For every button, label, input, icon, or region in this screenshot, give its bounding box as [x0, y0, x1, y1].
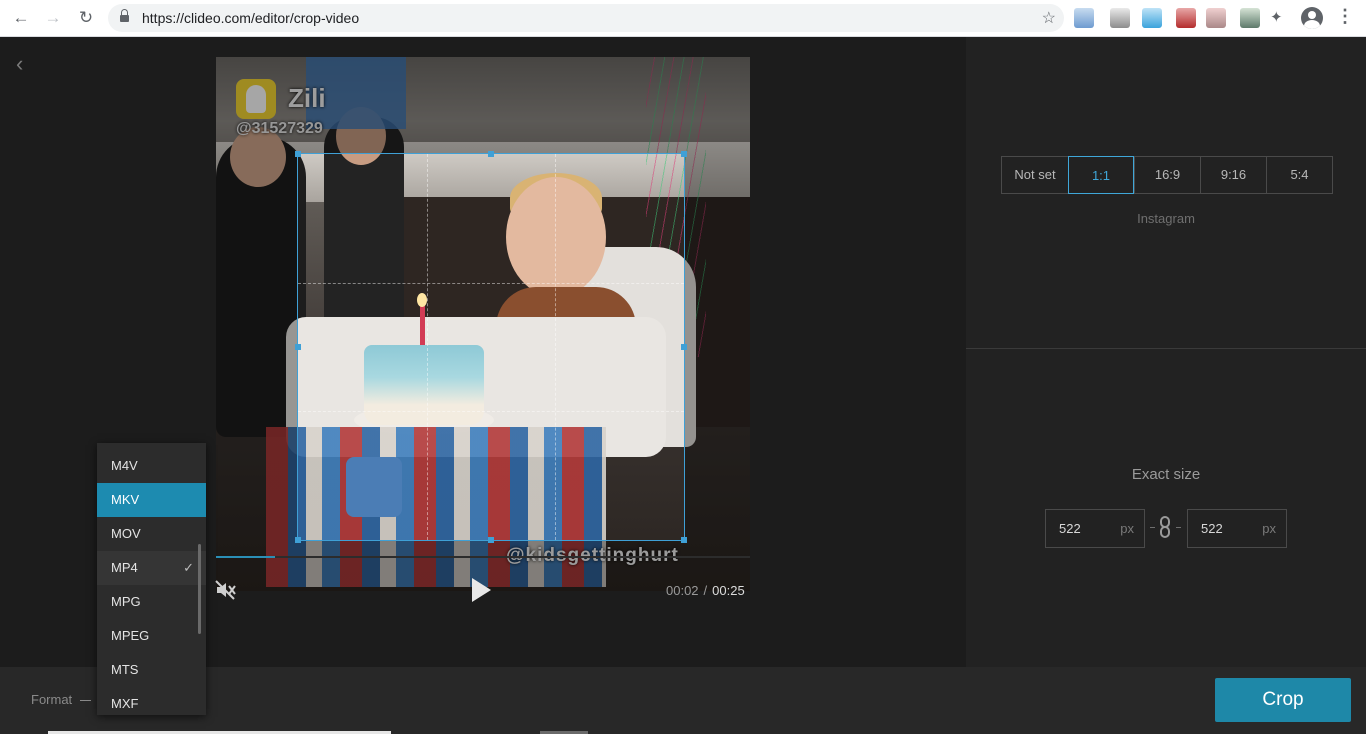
aspect-option-5-4[interactable]: 5:4: [1266, 157, 1332, 193]
extensions-puzzle-icon[interactable]: ✦: [1270, 8, 1283, 26]
crop-frame[interactable]: [295, 151, 687, 543]
extension-icon[interactable]: [1176, 8, 1196, 28]
crop-handle-bottom[interactable]: [488, 537, 494, 543]
width-input[interactable]: [1046, 510, 1116, 547]
video-progress-fill: [216, 556, 275, 558]
format-option-mp4-label: MP4: [111, 560, 138, 575]
profile-avatar-icon[interactable]: [1301, 7, 1323, 29]
extension-icon[interactable]: [1110, 8, 1130, 28]
crop-handle-right[interactable]: [681, 344, 687, 350]
video-progress-bar[interactable]: [216, 556, 750, 558]
exact-size-panel: Exact size px px: [966, 349, 1366, 667]
url-text[interactable]: https://clideo.com/editor/crop-video: [142, 10, 359, 26]
duration: 00:25: [712, 583, 745, 598]
crop-handle-left[interactable]: [295, 344, 301, 350]
format-option-mxf[interactable]: MXF: [97, 687, 206, 715]
link-dash-right: [1176, 527, 1181, 528]
current-time: 00:02: [666, 583, 699, 598]
time-display: 00:02 / 00:25: [666, 583, 745, 598]
height-unit: px: [1262, 521, 1276, 536]
format-option-mpg[interactable]: MPG: [97, 585, 206, 619]
aspect-option-1-1[interactable]: 1:1: [1068, 156, 1134, 194]
extension-icon[interactable]: [1074, 8, 1094, 28]
aspect-option-not-set[interactable]: Not set: [1002, 157, 1068, 193]
format-dropdown[interactable]: M4V MKV MOV MP4 ✓ MPG MPEG MTS MXF: [97, 443, 206, 715]
height-input[interactable]: [1188, 510, 1258, 547]
lock-icon: [120, 9, 129, 23]
reload-icon[interactable]: ↻: [76, 8, 96, 28]
aspect-option-16-9[interactable]: 16:9: [1134, 157, 1200, 193]
format-option-mkv[interactable]: MKV: [97, 483, 206, 517]
extension-icon[interactable]: [1142, 8, 1162, 28]
crop-shade-right: [685, 57, 750, 591]
height-field[interactable]: px: [1187, 509, 1287, 548]
muted-speaker-icon[interactable]: [214, 579, 238, 601]
back-chevron-icon[interactable]: ‹: [16, 51, 23, 77]
crop-shade-left: [216, 57, 297, 591]
crop-handle-top-right[interactable]: [681, 151, 687, 157]
width-field[interactable]: px: [1045, 509, 1145, 548]
crop-shade-bottom: [297, 541, 685, 591]
browser-toolbar: ← → ↻ https://clideo.com/editor/crop-vid…: [0, 0, 1366, 37]
crop-button[interactable]: Crop: [1215, 678, 1351, 722]
aspect-option-9-16[interactable]: 9:16: [1200, 157, 1266, 193]
aspect-caption: Instagram: [1137, 211, 1195, 226]
crop-handle-bottom-right[interactable]: [681, 537, 687, 543]
width-unit: px: [1120, 521, 1134, 536]
bookmark-star-icon[interactable]: ☆: [1042, 8, 1056, 28]
extension-icon[interactable]: [1206, 8, 1226, 28]
exact-size-label: Exact size: [1131, 466, 1201, 483]
address-bar[interactable]: https://clideo.com/editor/crop-video ☆: [108, 4, 1064, 32]
format-option-mp4[interactable]: MP4 ✓: [97, 551, 206, 585]
link-dash-left: [1150, 527, 1155, 528]
format-option-mov[interactable]: MOV: [97, 517, 206, 551]
time-separator: /: [703, 583, 708, 598]
dropdown-scrollbar[interactable]: [198, 544, 201, 634]
extension-icon[interactable]: [1240, 8, 1260, 28]
forward-arrow-icon[interactable]: →: [43, 8, 63, 28]
format-option-mts[interactable]: MTS: [97, 653, 206, 687]
format-label: Format: [31, 692, 73, 707]
format-option-mpeg[interactable]: MPEG: [97, 619, 206, 653]
aspect-ratio-selector: Not set 1:1 16:9 9:16 5:4: [1001, 156, 1333, 194]
checkmark-icon: ✓: [183, 560, 194, 575]
crop-shade-top: [297, 57, 685, 153]
format-dash: [80, 700, 91, 701]
crop-handle-top-left[interactable]: [295, 151, 301, 157]
crop-handle-bottom-left[interactable]: [295, 537, 301, 543]
back-arrow-icon[interactable]: ←: [11, 8, 31, 28]
link-aspect-icon[interactable]: [1160, 516, 1170, 538]
aspect-ratio-panel: Not set 1:1 16:9 9:16 5:4 Instagram: [966, 37, 1366, 348]
format-option-m4v[interactable]: M4V: [97, 449, 206, 483]
crop-handle-top[interactable]: [488, 151, 494, 157]
play-icon[interactable]: [472, 578, 491, 602]
browser-menu-icon[interactable]: ⋮: [1336, 6, 1354, 27]
